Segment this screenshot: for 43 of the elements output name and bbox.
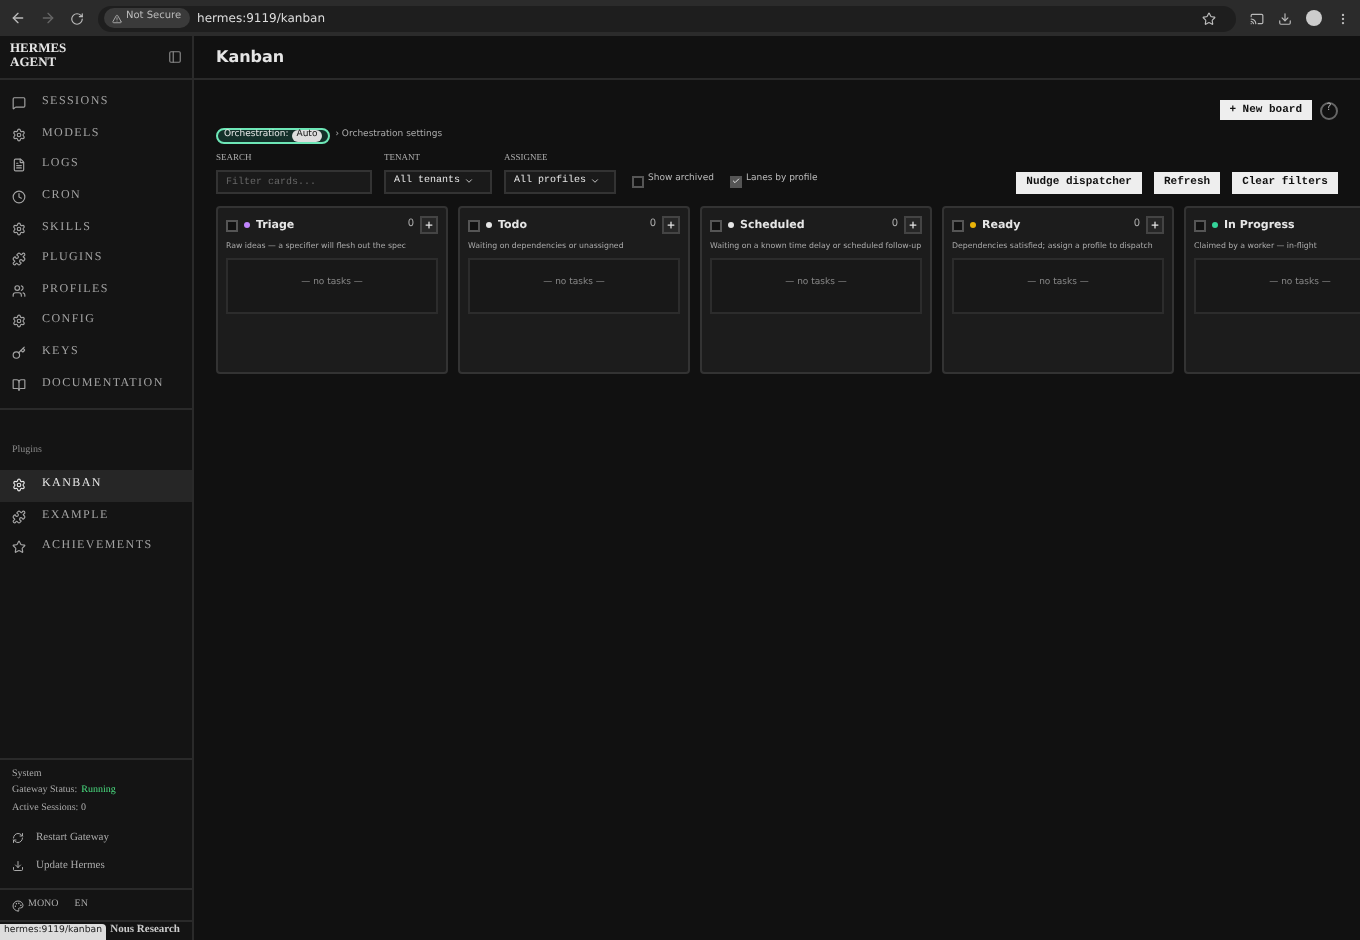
bookmark-icon[interactable] xyxy=(1202,11,1216,25)
add-task-button[interactable] xyxy=(662,216,680,235)
cast-icon[interactable] xyxy=(1250,11,1264,25)
menu-icon[interactable] xyxy=(1336,11,1350,25)
users-icon xyxy=(12,283,26,298)
clock-icon xyxy=(12,190,26,205)
add-task-button[interactable] xyxy=(904,216,922,235)
checkbox[interactable] xyxy=(632,175,644,188)
checkbox[interactable] xyxy=(710,219,722,232)
warning-icon xyxy=(112,13,122,23)
plus-icon xyxy=(424,220,434,231)
gear-icon xyxy=(12,221,26,236)
plus-icon xyxy=(1150,220,1160,231)
refresh-icon xyxy=(12,832,24,844)
chevron-icon xyxy=(464,176,475,187)
puzzle-icon xyxy=(12,509,26,524)
add-task-button[interactable] xyxy=(1146,216,1164,235)
key-icon xyxy=(12,346,26,361)
star-icon xyxy=(12,540,26,555)
profile-avatar[interactable] xyxy=(1306,10,1322,26)
puzzle-icon xyxy=(12,252,26,267)
checkbox[interactable] xyxy=(729,175,742,188)
chat-icon xyxy=(12,96,26,111)
reload-icon[interactable] xyxy=(70,11,84,25)
sidebar-toggle-icon[interactable] xyxy=(168,50,182,64)
plus-icon xyxy=(666,220,676,231)
back-icon[interactable] xyxy=(10,10,26,26)
download-icon[interactable] xyxy=(1278,11,1292,25)
checkbox[interactable] xyxy=(952,219,964,232)
page-title: Kanban xyxy=(216,45,285,69)
add-task-button[interactable] xyxy=(420,216,438,235)
gear-icon xyxy=(12,127,26,142)
gear-icon xyxy=(12,314,26,329)
document-icon xyxy=(12,158,26,173)
gear-icon xyxy=(12,478,26,493)
download-icon xyxy=(12,860,24,872)
book-icon xyxy=(12,377,26,392)
checkbox[interactable] xyxy=(1194,219,1206,232)
checkbox[interactable] xyxy=(226,219,238,232)
checkbox[interactable] xyxy=(468,219,480,232)
plus-icon xyxy=(908,220,918,231)
chevron-icon xyxy=(590,176,601,187)
palette-icon xyxy=(12,899,24,911)
